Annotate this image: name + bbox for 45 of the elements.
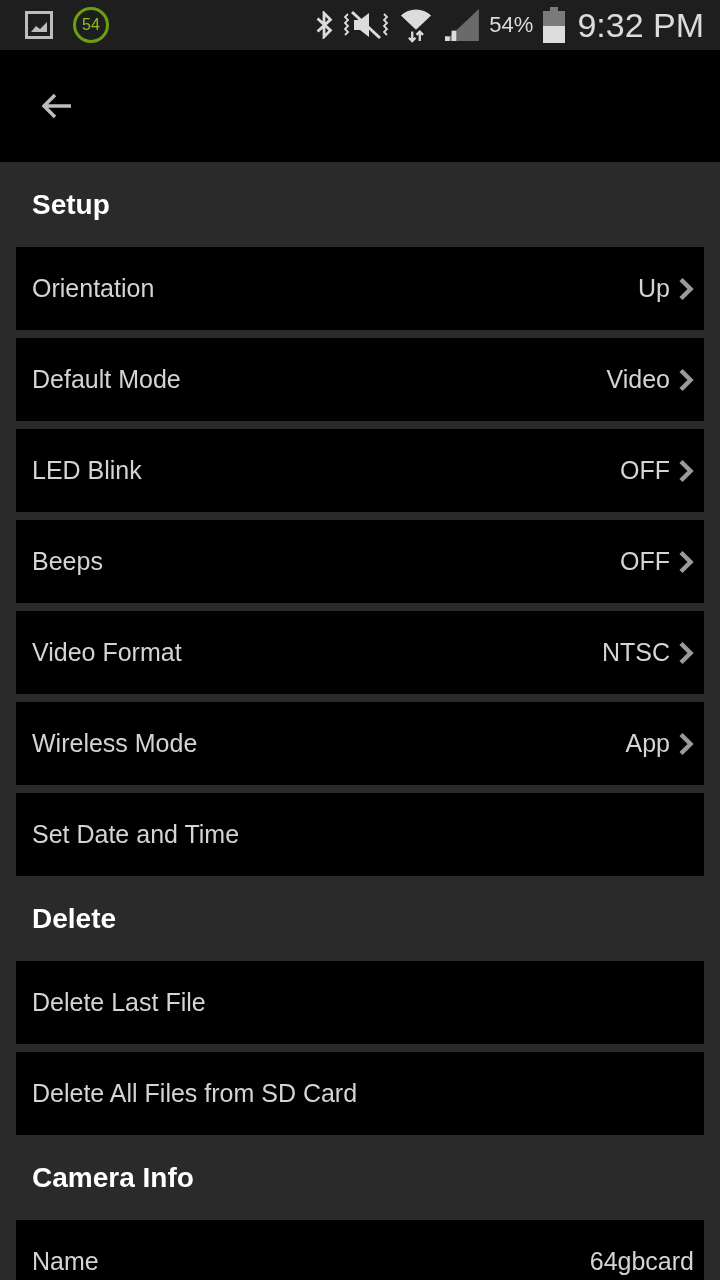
chevron-right-icon xyxy=(678,276,694,301)
setting-label: Delete All Files from SD Card xyxy=(32,1079,358,1108)
chevron-right-icon xyxy=(678,367,694,392)
setting-row[interactable]: LED Blink OFF xyxy=(16,429,704,512)
image-icon xyxy=(25,11,53,39)
setting-label: LED Blink xyxy=(32,456,142,485)
setting-label: Delete Last File xyxy=(32,988,206,1017)
setting-label: Orientation xyxy=(32,274,155,303)
action-row[interactable]: Delete All Files from SD Card xyxy=(16,1052,704,1135)
chevron-right-icon xyxy=(678,549,694,574)
battery-icon xyxy=(543,7,566,43)
battery-percent: 54% xyxy=(489,12,534,38)
arrow-left-icon xyxy=(40,92,72,120)
section-title: Camera Info xyxy=(32,1161,194,1194)
setting-value: OFF xyxy=(620,547,670,576)
setting-label: Wireless Mode xyxy=(32,729,198,758)
chevron-right-icon xyxy=(678,731,694,756)
signal-icon xyxy=(443,9,480,41)
setting-label: Name xyxy=(32,1247,99,1276)
wifi-icon xyxy=(399,7,434,43)
bluetooth-icon xyxy=(315,11,334,39)
chevron-right-icon xyxy=(678,458,694,483)
setting-row[interactable]: Video Format NTSC xyxy=(16,611,704,694)
clock-time: 9:32 PM xyxy=(577,5,704,45)
setting-value: Up xyxy=(638,274,670,303)
action-row[interactable]: Delete Last File xyxy=(16,961,704,1044)
setting-value: NTSC xyxy=(601,638,670,667)
section-title: Delete xyxy=(32,902,117,935)
chevron-right-icon xyxy=(678,640,694,665)
setting-row[interactable]: Default Mode Video xyxy=(16,338,704,421)
action-row[interactable]: Set Date and Time xyxy=(16,793,704,876)
setting-value: App xyxy=(625,729,670,758)
setting-row[interactable]: Beeps OFF xyxy=(16,520,704,603)
setting-label: Default Mode xyxy=(32,365,181,394)
setting-label: Video Format xyxy=(32,638,182,667)
setting-row[interactable]: Orientation Up xyxy=(16,247,704,330)
setting-value: OFF xyxy=(620,456,670,485)
setting-value: 64gbcard xyxy=(589,1247,694,1276)
setting-label: Set Date and Time xyxy=(32,820,240,849)
setting-value: Video xyxy=(606,365,670,394)
notification-badge: 54 xyxy=(73,7,109,43)
section-title: Setup xyxy=(32,188,110,221)
setting-label: Beeps xyxy=(32,547,103,576)
muted-vibrate-icon xyxy=(343,9,390,41)
setting-row[interactable]: Wireless Mode App xyxy=(16,702,704,785)
